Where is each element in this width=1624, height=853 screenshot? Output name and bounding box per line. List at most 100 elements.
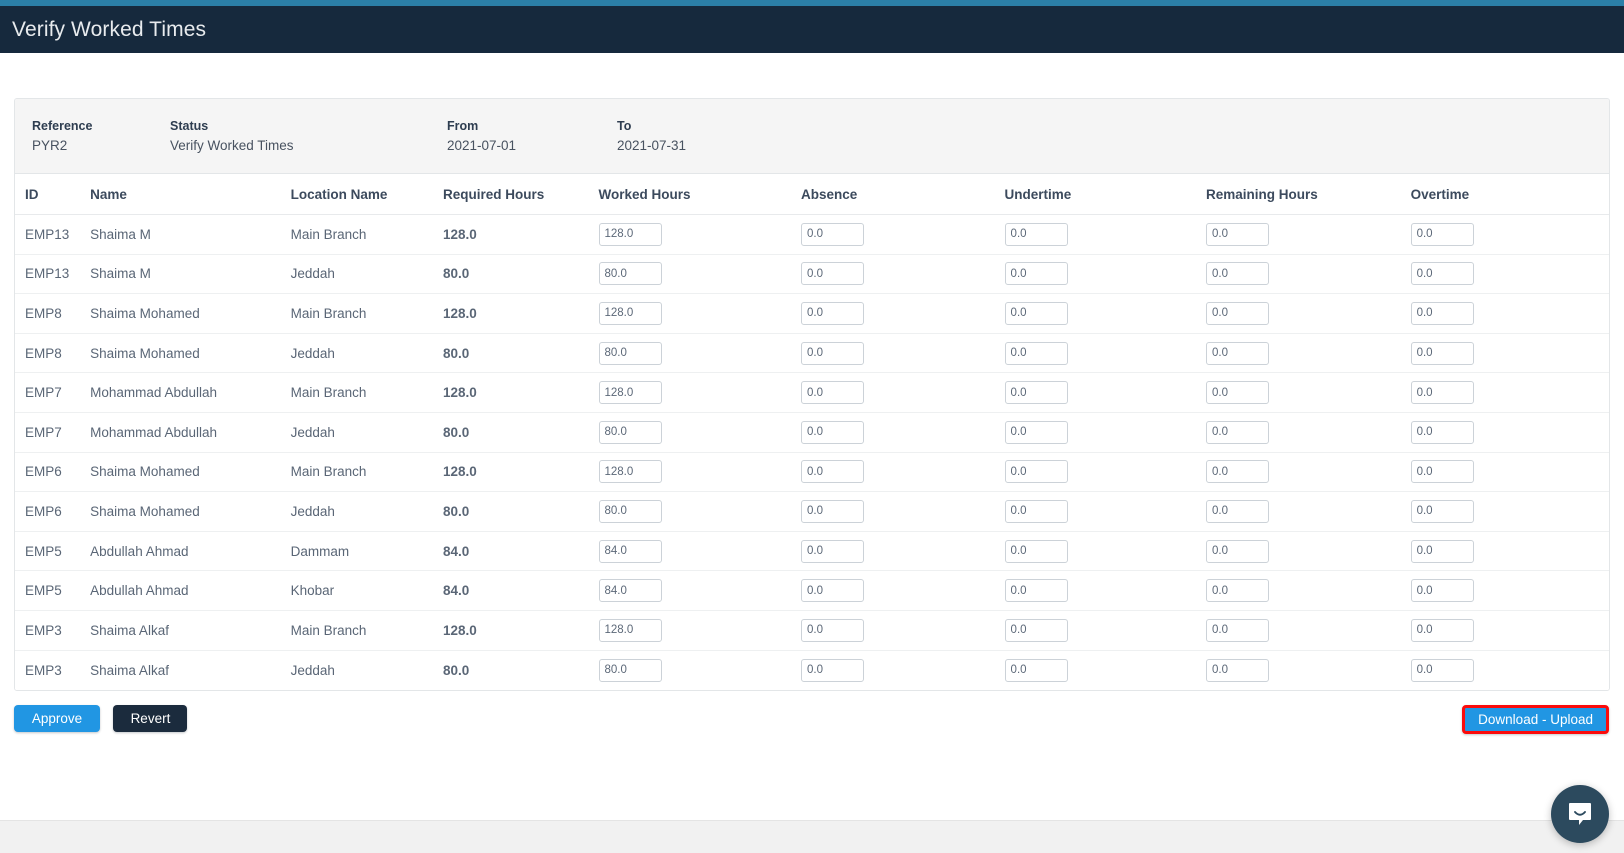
chat-bubble-smile-icon	[1569, 803, 1591, 825]
column-header-remaining: Remaining Hours	[1206, 174, 1411, 215]
remaining-hours-input[interactable]	[1206, 618, 1269, 642]
cell-location: Jeddah	[290, 491, 443, 532]
remaining-hours-input[interactable]	[1206, 499, 1269, 523]
remaining-hours-input[interactable]	[1206, 262, 1269, 286]
worked-hours-input-cell	[598, 531, 801, 572]
absence-input[interactable]	[801, 499, 864, 523]
overtime-input[interactable]	[1410, 381, 1474, 405]
cell-id: EMP7	[15, 412, 91, 453]
remaining-hours-input[interactable]	[1206, 539, 1269, 563]
worked-hours-input[interactable]	[598, 341, 662, 365]
worked-hours-input[interactable]	[598, 460, 662, 484]
download-upload-button[interactable]: Download - Upload	[1462, 704, 1609, 734]
column-header-id: ID	[15, 174, 91, 215]
undertime-input[interactable]	[1004, 579, 1068, 603]
worked-hours-input[interactable]	[598, 539, 662, 563]
worked-hours-input[interactable]	[598, 420, 662, 444]
chat-launcher-button[interactable]	[1551, 785, 1609, 843]
remaining-hours-input[interactable]	[1206, 301, 1269, 325]
absence-input-cell	[801, 531, 1005, 572]
worked-hours-input[interactable]	[598, 579, 662, 603]
footer-strip	[0, 820, 1624, 853]
approve-button[interactable]: Approve	[14, 704, 100, 732]
undertime-input-cell	[1004, 372, 1206, 413]
cell-id: EMP6	[15, 491, 91, 532]
absence-input[interactable]	[801, 262, 864, 286]
absence-input[interactable]	[801, 341, 864, 365]
cell-id: EMP6	[15, 452, 91, 493]
remaining-hours-input[interactable]	[1206, 579, 1269, 603]
remaining-hours-input[interactable]	[1206, 341, 1269, 365]
table-head: ID Name Location Name Required Hours Wor…	[15, 174, 1609, 215]
worked-hours-input[interactable]	[598, 262, 662, 286]
undertime-input[interactable]	[1004, 341, 1068, 365]
cell-name: Shaima Mohamed	[90, 491, 291, 532]
undertime-input[interactable]	[1004, 460, 1068, 484]
remaining-hours-input-cell	[1206, 412, 1411, 453]
undertime-input[interactable]	[1004, 618, 1068, 642]
to-label: To	[617, 119, 632, 133]
remaining-hours-input[interactable]	[1206, 658, 1269, 682]
remaining-hours-input-cell	[1206, 610, 1411, 651]
worked-hours-input-cell	[598, 412, 801, 453]
summary-field-status: Status Verify Worked Times	[170, 118, 294, 156]
overtime-input[interactable]	[1410, 618, 1474, 642]
overtime-input-cell	[1410, 254, 1609, 295]
undertime-input[interactable]	[1004, 222, 1068, 246]
overtime-input-cell	[1410, 491, 1609, 532]
remaining-hours-input[interactable]	[1206, 381, 1269, 405]
undertime-input-cell	[1004, 214, 1206, 255]
absence-input-cell	[801, 570, 1005, 611]
cell-id: EMP8	[15, 293, 91, 334]
worked-hours-input[interactable]	[598, 222, 662, 246]
remaining-hours-input[interactable]	[1206, 460, 1269, 484]
absence-input[interactable]	[801, 460, 864, 484]
worked-hours-input[interactable]	[598, 301, 662, 325]
undertime-input[interactable]	[1004, 658, 1068, 682]
remaining-hours-input[interactable]	[1206, 222, 1269, 246]
undertime-input-cell	[1004, 254, 1206, 295]
remaining-hours-input[interactable]	[1206, 420, 1269, 444]
cell-location: Main Branch	[290, 214, 443, 255]
page-root: Verify Worked Times Reference PYR2 Statu…	[0, 0, 1624, 853]
overtime-input-cell	[1410, 412, 1609, 453]
worked-hours-input[interactable]	[598, 658, 662, 682]
worked-hours-input[interactable]	[598, 499, 662, 523]
undertime-input[interactable]	[1004, 499, 1068, 523]
overtime-input[interactable]	[1410, 579, 1474, 603]
cell-name: Mohammad Abdullah	[90, 372, 291, 413]
overtime-input[interactable]	[1410, 262, 1474, 286]
absence-input[interactable]	[801, 222, 864, 246]
revert-button[interactable]: Revert	[113, 704, 188, 732]
absence-input[interactable]	[801, 618, 864, 642]
overtime-input[interactable]	[1410, 222, 1474, 246]
absence-input-cell	[801, 610, 1005, 651]
absence-input[interactable]	[801, 539, 864, 563]
overtime-input[interactable]	[1410, 658, 1474, 682]
worked-hours-input[interactable]	[598, 618, 662, 642]
absence-input[interactable]	[801, 658, 864, 682]
overtime-input[interactable]	[1410, 460, 1474, 484]
undertime-input[interactable]	[1004, 262, 1068, 286]
cell-location: Main Branch	[290, 452, 443, 493]
undertime-input[interactable]	[1004, 381, 1068, 405]
overtime-input[interactable]	[1410, 341, 1474, 365]
overtime-input[interactable]	[1410, 499, 1474, 523]
absence-input[interactable]	[801, 420, 864, 444]
absence-input[interactable]	[801, 301, 864, 325]
undertime-input[interactable]	[1004, 301, 1068, 325]
reference-label: Reference	[32, 119, 93, 133]
worked-hours-input[interactable]	[598, 381, 662, 405]
column-header-required: Required Hours	[442, 174, 599, 215]
overtime-input[interactable]	[1410, 539, 1474, 563]
overtime-input[interactable]	[1410, 301, 1474, 325]
absence-input[interactable]	[801, 579, 864, 603]
from-value: 2021-07-01	[447, 138, 517, 153]
absence-input[interactable]	[801, 381, 864, 405]
worked-hours-input-cell	[598, 452, 801, 493]
cell-name: Shaima Mohamed	[90, 293, 291, 334]
table-row: EMP3 Shaima Alkaf Jeddah 80.0	[15, 650, 1609, 690]
overtime-input[interactable]	[1410, 420, 1474, 444]
undertime-input[interactable]	[1004, 539, 1068, 563]
undertime-input[interactable]	[1004, 420, 1068, 444]
